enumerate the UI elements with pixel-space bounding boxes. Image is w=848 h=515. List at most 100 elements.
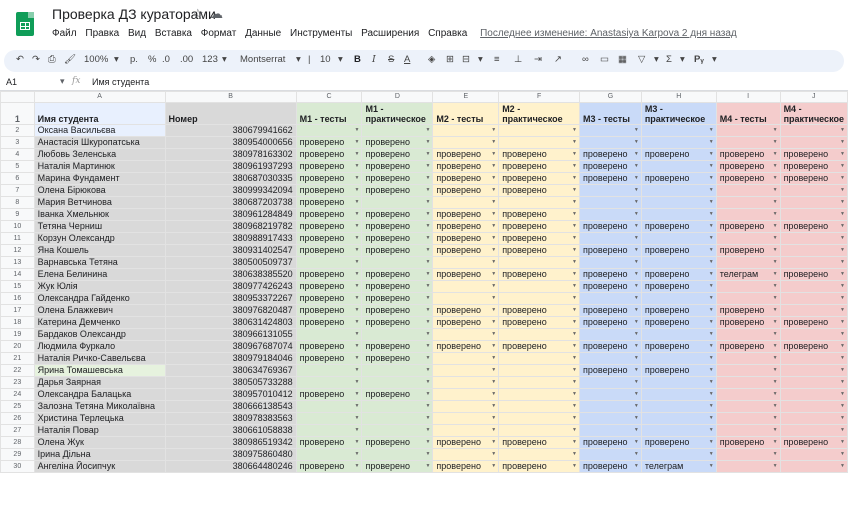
status-dropdown-cell[interactable]: проверено [498,172,580,185]
status-dropdown-cell[interactable] [640,136,717,149]
status-dropdown-cell[interactable]: проверено [498,460,580,473]
row-header[interactable]: 7 [0,184,35,197]
phone-cell[interactable]: 380978163302 [164,148,297,161]
row-header[interactable]: 21 [0,352,35,365]
status-dropdown-cell[interactable] [715,184,781,197]
status-dropdown-cell[interactable] [715,460,781,473]
status-dropdown-cell[interactable]: проверено [432,436,500,449]
status-dropdown-cell[interactable] [579,124,642,137]
status-dropdown-cell[interactable]: телеграм [640,460,717,473]
status-dropdown-cell[interactable]: проверено [361,280,434,293]
status-dropdown-cell[interactable]: проверено [432,340,500,353]
star-icon[interactable]: ☆ [192,6,204,22]
status-dropdown-cell[interactable]: проверено [361,184,434,197]
phone-cell[interactable]: 380988917433 [164,232,297,245]
size-chevron-down-icon[interactable]: ▾ [338,54,343,65]
status-dropdown-cell[interactable] [779,244,848,257]
status-dropdown-cell[interactable] [715,208,781,221]
status-dropdown-cell[interactable] [715,136,781,149]
input-tools-chevron-down-icon[interactable]: ▾ [712,54,717,65]
status-dropdown-cell[interactable] [361,328,434,341]
percent-button[interactable]: % [148,54,156,65]
column-header-a[interactable]: A [33,91,166,103]
status-dropdown-cell[interactable]: проверено [498,232,580,245]
status-dropdown-cell[interactable] [432,412,500,425]
status-dropdown-cell[interactable]: проверено [715,220,781,233]
status-dropdown-cell[interactable] [579,328,642,341]
merge-chevron-down-icon[interactable]: ▾ [478,54,483,65]
status-dropdown-cell[interactable] [361,412,434,425]
header-cell[interactable]: М4 - практическое [779,102,848,125]
text-wrap-icon[interactable]: ⇥ [534,54,542,65]
student-name-cell[interactable]: Ангеліна Йосипчук [33,460,166,473]
status-dropdown-cell[interactable] [715,196,781,209]
status-dropdown-cell[interactable]: проверено [361,460,434,473]
status-dropdown-cell[interactable] [715,256,781,269]
status-dropdown-cell[interactable] [579,424,642,437]
status-dropdown-cell[interactable] [579,352,642,365]
phone-cell[interactable]: 380979184046 [164,352,297,365]
status-dropdown-cell[interactable] [779,412,848,425]
row-header[interactable]: 26 [0,412,35,425]
bold-button[interactable]: B [354,54,361,65]
status-dropdown-cell[interactable]: проверено [432,304,500,317]
status-dropdown-cell[interactable]: проверено [779,316,848,329]
row-header[interactable]: 4 [0,148,35,161]
currency-button[interactable]: р. [130,54,138,65]
status-dropdown-cell[interactable] [498,256,580,269]
status-dropdown-cell[interactable]: проверено [640,244,717,257]
status-dropdown-cell[interactable] [640,292,717,305]
row-header[interactable]: 3 [0,136,35,149]
student-name-cell[interactable]: Залозна Тетяна Миколаївна [33,400,166,413]
formula-input[interactable]: Имя студента [92,77,149,87]
status-dropdown-cell[interactable]: проверено [432,148,500,161]
status-dropdown-cell[interactable] [640,388,717,401]
status-dropdown-cell[interactable]: проверено [295,268,363,281]
status-dropdown-cell[interactable]: проверено [432,160,500,173]
status-dropdown-cell[interactable]: проверено [779,268,848,281]
menu-extensions[interactable]: Расширения [361,28,419,39]
status-dropdown-cell[interactable] [579,376,642,389]
align-horizontal-icon[interactable]: ≡ [494,54,500,65]
status-dropdown-cell[interactable]: проверено [361,172,434,185]
status-dropdown-cell[interactable] [715,400,781,413]
phone-cell[interactable]: 380687030335 [164,172,297,185]
phone-cell[interactable]: 380967687074 [164,340,297,353]
status-dropdown-cell[interactable] [498,352,580,365]
status-dropdown-cell[interactable] [640,208,717,221]
zoom-select[interactable]: 100% [84,54,108,65]
row-header[interactable]: 25 [0,400,35,413]
status-dropdown-cell[interactable] [295,400,363,413]
fill-color-icon[interactable]: ◈ [428,54,435,65]
phone-cell[interactable]: 380961284849 [164,208,297,221]
menu-help[interactable]: Справка [428,28,467,39]
status-dropdown-cell[interactable]: проверено [715,160,781,173]
status-dropdown-cell[interactable]: проверено [498,340,580,353]
status-dropdown-cell[interactable]: проверено [295,220,363,233]
status-dropdown-cell[interactable] [432,388,500,401]
student-name-cell[interactable]: Корзун Олександр [33,232,166,245]
phone-cell[interactable]: 380953372267 [164,292,297,305]
status-dropdown-cell[interactable]: проверено [779,436,848,449]
increase-decimal-button[interactable]: .00 [180,54,193,65]
status-dropdown-cell[interactable]: проверено [295,292,363,305]
status-dropdown-cell[interactable] [779,232,848,245]
status-dropdown-cell[interactable] [432,280,500,293]
row-header[interactable]: 30 [0,460,35,473]
header-cell[interactable]: М1 - тесты [295,102,363,125]
borders-icon[interactable]: ⊞ [446,54,454,65]
status-dropdown-cell[interactable] [640,196,717,209]
status-dropdown-cell[interactable]: проверено [361,388,434,401]
status-dropdown-cell[interactable] [715,364,781,377]
student-name-cell[interactable]: Наталія Ричко-Савельєва [33,352,166,365]
status-dropdown-cell[interactable] [779,460,848,473]
status-dropdown-cell[interactable]: проверено [361,220,434,233]
status-dropdown-cell[interactable] [498,376,580,389]
row-header[interactable]: 23 [0,376,35,389]
status-dropdown-cell[interactable] [779,208,848,221]
status-dropdown-cell[interactable]: проверено [295,316,363,329]
header-cell[interactable]: М3 - практическое [640,102,717,125]
status-dropdown-cell[interactable]: проверено [498,316,580,329]
status-dropdown-cell[interactable] [432,400,500,413]
status-dropdown-cell[interactable]: проверено [361,208,434,221]
